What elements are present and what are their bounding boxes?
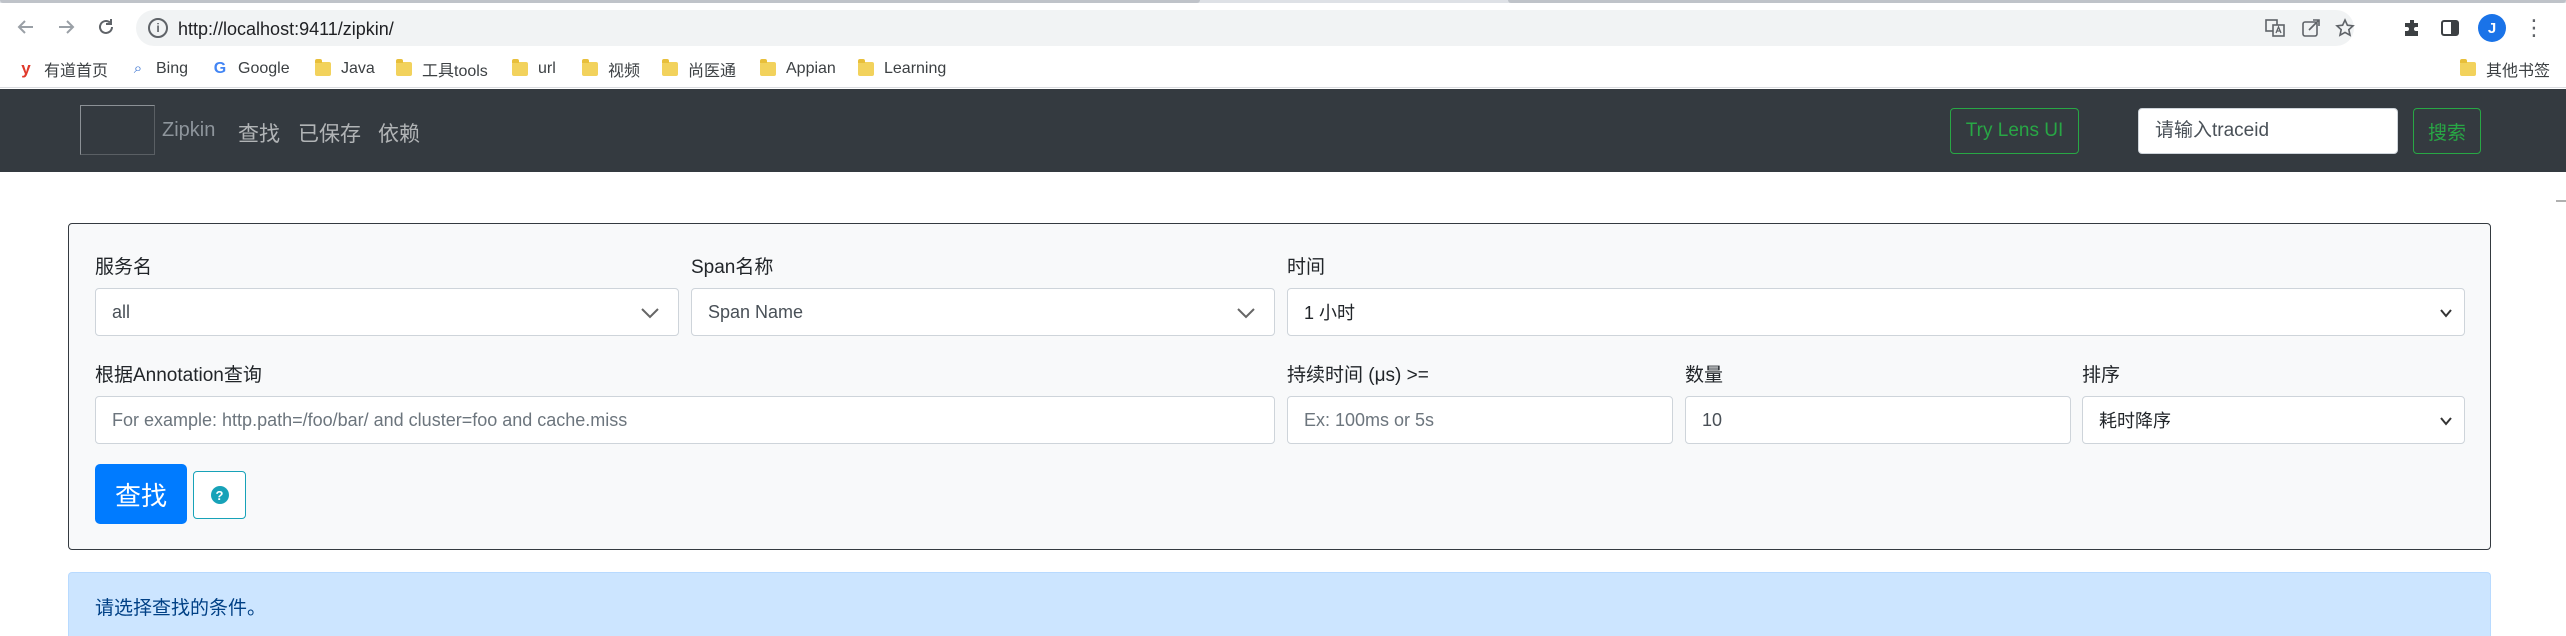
- span-select[interactable]: Span Name: [691, 288, 1275, 336]
- bookmarks-bar: y 有道首页 ⌕ Bing G Google Java 工具tools url …: [0, 50, 2566, 88]
- bookmark-shangyitong[interactable]: 尚医通: [662, 59, 737, 80]
- address-bar[interactable]: i http://localhost:9411/zipkin/: [136, 10, 2356, 46]
- side-panel-icon[interactable]: [2436, 14, 2464, 42]
- bing-icon: ⌕: [133, 60, 143, 77]
- brand-name[interactable]: Zipkin: [162, 119, 215, 142]
- folder-icon: [582, 59, 598, 76]
- annotation-input[interactable]: For example: http.path=/foo/bar/ and clu…: [95, 396, 1275, 444]
- bookmark-label: Learning: [884, 60, 947, 77]
- limit-input[interactable]: 10: [1685, 396, 2071, 444]
- back-icon[interactable]: [10, 11, 42, 43]
- site-info-icon[interactable]: i: [148, 18, 168, 38]
- bookmark-learning[interactable]: Learning: [858, 59, 946, 79]
- url-text[interactable]: http://localhost:9411/zipkin/: [178, 19, 394, 40]
- chevron-down-icon: [2440, 309, 2452, 318]
- sort-value: 耗时降序: [2099, 411, 2171, 431]
- bookmark-youdao[interactable]: y 有道首页: [18, 59, 109, 80]
- chevron-down-icon: [1237, 308, 1255, 319]
- browser-menu-icon[interactable]: ⋮: [2520, 13, 2548, 43]
- service-select[interactable]: all: [95, 288, 679, 336]
- bookmark-label: url: [538, 60, 556, 77]
- nav-link-saved[interactable]: 已保存: [298, 118, 361, 148]
- folder-icon: [662, 59, 678, 76]
- sort-select[interactable]: 耗时降序: [2082, 396, 2465, 444]
- bookmark-star-icon[interactable]: [2334, 17, 2356, 39]
- folder-icon: [2460, 59, 2476, 76]
- bookmark-label: 视频: [608, 63, 641, 80]
- alert-message: 请选择查找的条件。: [95, 598, 267, 619]
- chevron-down-icon: [641, 308, 659, 319]
- time-label: 时间: [1287, 257, 1326, 278]
- bookmark-label: 工具tools: [422, 63, 488, 80]
- duration-placeholder: Ex: 100ms or 5s: [1304, 409, 1435, 430]
- annotation-label: 根据Annotation查询: [95, 365, 262, 386]
- bookmark-url[interactable]: url: [512, 59, 556, 79]
- chevron-down-icon: [2440, 417, 2452, 426]
- bookmark-google[interactable]: G Google: [212, 59, 290, 79]
- time-select[interactable]: 1 小时: [1287, 288, 2465, 336]
- share-icon[interactable]: [2300, 17, 2322, 39]
- nav-link-find[interactable]: 查找: [238, 118, 280, 148]
- bookmark-tools[interactable]: 工具tools: [396, 59, 488, 80]
- folder-icon: [760, 59, 776, 76]
- reload-icon[interactable]: [90, 11, 122, 43]
- bookmark-java[interactable]: Java: [315, 59, 375, 79]
- zipkin-logo-image[interactable]: [80, 105, 155, 155]
- duration-label: 持续时间 (μs) >=: [1287, 365, 1429, 386]
- bookmark-label: 尚医通: [688, 63, 737, 80]
- service-value: all: [112, 301, 131, 322]
- bookmark-video[interactable]: 视频: [582, 59, 641, 80]
- try-lens-ui-button[interactable]: Try Lens UI: [1950, 108, 2079, 154]
- forward-icon[interactable]: [50, 11, 82, 43]
- service-label: 服务名: [95, 257, 153, 278]
- help-button[interactable]: ?: [193, 471, 246, 519]
- find-button[interactable]: 查找: [95, 464, 187, 524]
- info-alert: 请选择查找的条件。: [68, 572, 2491, 636]
- search-form: 服务名 all Span名称 Span Name 时间 1 小时 根据Annot…: [68, 223, 2491, 550]
- extensions-icon[interactable]: [2398, 14, 2426, 42]
- bookmark-bing[interactable]: ⌕ Bing: [130, 59, 188, 79]
- browser-toolbar: i http://localhost:9411/zipkin/ J ⋮: [0, 3, 2566, 50]
- bookmark-label: 有道首页: [44, 63, 109, 80]
- other-bookmarks-label: 其他书签: [2486, 63, 2551, 80]
- duration-input[interactable]: Ex: 100ms or 5s: [1287, 396, 1673, 444]
- trace-search-button[interactable]: 搜索: [2413, 108, 2481, 154]
- limit-label: 数量: [1685, 365, 1724, 386]
- nav-link-dependencies[interactable]: 依赖: [378, 118, 420, 148]
- profile-avatar[interactable]: J: [2478, 14, 2506, 42]
- folder-icon: [396, 59, 412, 76]
- folder-icon: [512, 59, 528, 76]
- limit-value: 10: [1702, 409, 1723, 430]
- bookmark-appian[interactable]: Appian: [760, 59, 836, 79]
- question-icon: ?: [210, 486, 229, 504]
- span-label: Span名称: [691, 257, 774, 278]
- folder-icon: [315, 59, 331, 76]
- bookmark-label: Google: [238, 60, 290, 77]
- zipkin-navbar: Zipkin 查找 已保存 依赖 Try Lens UI 搜索: [0, 89, 2566, 172]
- sort-label: 排序: [2082, 365, 2121, 386]
- bookmark-label: Appian: [786, 60, 836, 77]
- time-value: 1 小时: [1304, 303, 1356, 323]
- translate-icon[interactable]: [2264, 17, 2286, 39]
- traceid-input[interactable]: [2138, 108, 2398, 154]
- folder-icon: [858, 59, 874, 76]
- youdao-icon: y: [21, 59, 31, 78]
- other-bookmarks[interactable]: 其他书签: [2460, 59, 2551, 80]
- annotation-placeholder: For example: http.path=/foo/bar/ and clu…: [112, 409, 628, 430]
- bookmark-label: Bing: [156, 60, 189, 77]
- bookmark-label: Java: [341, 60, 375, 77]
- scrollbar-indicator[interactable]: [2556, 200, 2566, 202]
- span-value: Span Name: [708, 301, 804, 322]
- google-icon: G: [213, 60, 227, 77]
